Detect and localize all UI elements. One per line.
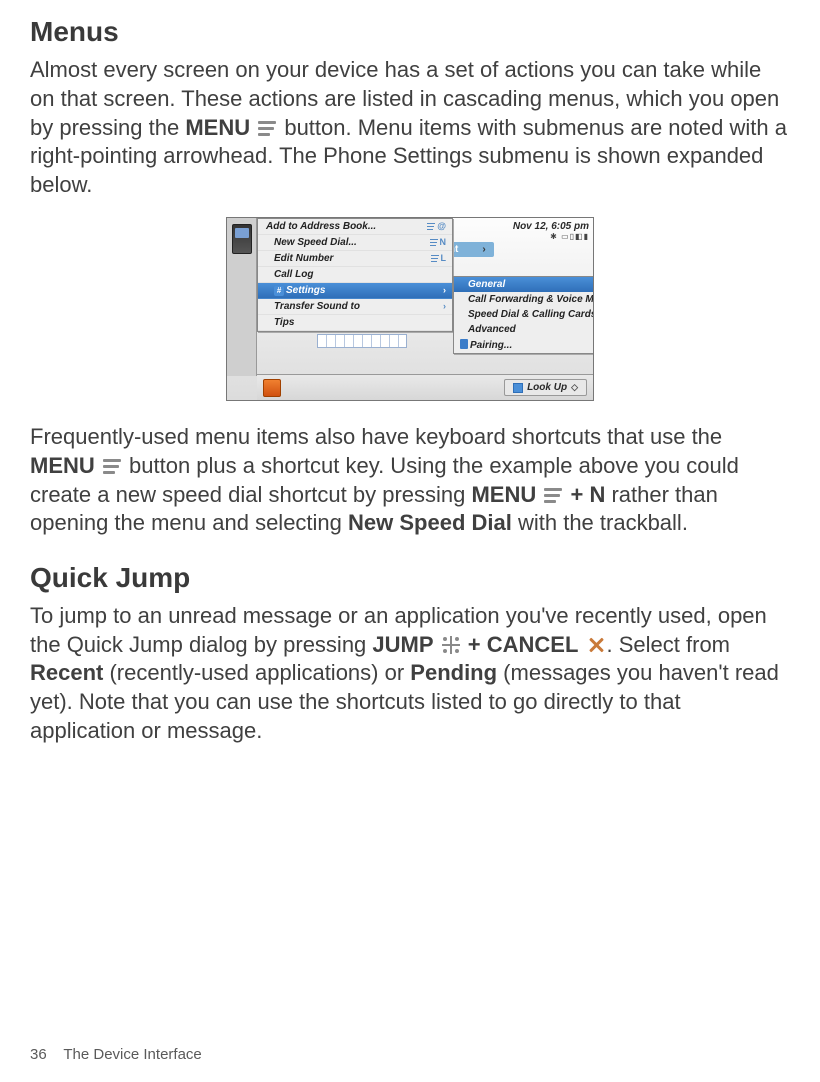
- main-menu[interactable]: Add to Address Book... @ New Speed Dial.…: [257, 218, 453, 332]
- menu-icon: [427, 223, 435, 231]
- quickjump-para: To jump to an unread message or an appli…: [30, 602, 790, 745]
- settings-submenu[interactable]: General Call Forwarding & Voice Mail Spe…: [453, 276, 594, 354]
- submenu-item-call-forwarding[interactable]: Call Forwarding & Voice Mail: [454, 292, 594, 307]
- new-speed-dial-ref: New Speed Dial: [348, 510, 512, 535]
- shortcut-combo: + N: [564, 482, 605, 507]
- hash-icon: #: [274, 286, 284, 296]
- dialpad-background: [317, 334, 407, 348]
- app-icon[interactable]: [263, 379, 281, 397]
- menu-item-tips[interactable]: Tips: [258, 315, 452, 331]
- menu-item-label: New Speed Dial...: [274, 236, 357, 249]
- screenshot-top: Nov 12, 6:05 pm ✱ ▭▯◧▮ Recent› Start typ…: [227, 218, 593, 376]
- status-icons: ✱ ▭▯◧▮: [550, 232, 589, 242]
- text: with the trackball.: [512, 510, 688, 535]
- submenu-item-advanced[interactable]: Advanced: [454, 322, 594, 337]
- jump-key-label: JUMP: [372, 632, 433, 657]
- pending-ref: Pending: [410, 660, 497, 685]
- heading-quickjump: Quick Jump: [30, 560, 790, 596]
- submenu-item-general[interactable]: General: [454, 277, 594, 292]
- text: (recently-used applications) or: [103, 660, 410, 685]
- book-icon: [513, 383, 523, 393]
- menu-item-new-speed-dial[interactable]: New Speed Dial... N: [258, 235, 452, 251]
- heading-menus: Menus: [30, 14, 790, 50]
- menu-key-label: MENU: [471, 482, 536, 507]
- menu-item-settings[interactable]: #Settings ›: [258, 283, 452, 299]
- plus: +: [462, 632, 487, 657]
- device-screenshot: Nov 12, 6:05 pm ✱ ▭▯◧▮ Recent› Start typ…: [226, 217, 594, 401]
- menu-icon: [258, 119, 276, 137]
- menu-icon: [103, 457, 121, 475]
- screenshot-container: Nov 12, 6:05 pm ✱ ▭▯◧▮ Recent› Start typ…: [30, 217, 790, 401]
- menu-key-label: MENU: [30, 453, 95, 478]
- bluetooth-icon: [460, 339, 468, 349]
- lookup-label: Look Up: [527, 381, 567, 394]
- menu-item-edit-number[interactable]: Edit Number L: [258, 251, 452, 267]
- menu-icon: [431, 255, 439, 263]
- menus-para-1: Almost every screen on your device has a…: [30, 56, 790, 199]
- page-number: 36: [30, 1046, 47, 1063]
- chevron-right-icon: ›: [443, 285, 446, 297]
- text: . Select from: [607, 632, 730, 657]
- menu-item-label: Pairing...: [470, 340, 512, 351]
- cancel-icon: [587, 636, 605, 654]
- chevron-right-icon: ›: [482, 244, 485, 255]
- submenu-item-pairing[interactable]: Pairing...: [454, 337, 594, 353]
- menu-item-label: Tips: [274, 316, 294, 329]
- menu-icon: [430, 239, 438, 247]
- menu-item-add-address[interactable]: Add to Address Book... @: [258, 219, 452, 235]
- screenshot-main: Nov 12, 6:05 pm ✱ ▭▯◧▮ Recent› Start typ…: [257, 218, 593, 376]
- menu-key-label: MENU: [185, 115, 250, 140]
- menu-item-call-log[interactable]: Call Log: [258, 267, 452, 283]
- submenu-item-speed-dial[interactable]: Speed Dial & Calling Cards: [454, 307, 594, 322]
- menu-item-label: Call Log: [274, 268, 313, 281]
- shortcut: @: [427, 221, 446, 233]
- lookup-button[interactable]: Look Up ◇: [504, 379, 587, 396]
- menu-item-label: Transfer Sound to: [274, 300, 360, 313]
- menu-icon: [544, 486, 562, 504]
- cancel-key-label: CANCEL: [487, 632, 579, 657]
- updown-icon: ◇: [571, 382, 578, 394]
- screenshot-sidebar: [227, 218, 257, 376]
- menu-item-label: Settings: [286, 285, 325, 296]
- page: Menus Almost every screen on your device…: [0, 0, 820, 745]
- chevron-right-icon: ›: [443, 301, 446, 313]
- text: Frequently-used menu items also have key…: [30, 424, 722, 449]
- shortcut: N: [430, 237, 447, 249]
- page-footer: 36 The Device Interface: [30, 1045, 202, 1065]
- device-thumbnail-icon: [232, 224, 252, 254]
- shortcut: L: [431, 253, 447, 265]
- screenshot-bottombar: Look Up ◇: [257, 374, 593, 400]
- menus-para-2: Frequently-used menu items also have key…: [30, 423, 790, 537]
- menu-item-transfer-sound[interactable]: Transfer Sound to ›: [258, 299, 452, 315]
- jump-icon: [442, 636, 460, 654]
- menu-item-label: Edit Number: [274, 252, 333, 265]
- menu-item-label: Add to Address Book...: [266, 220, 376, 233]
- recent-ref: Recent: [30, 660, 103, 685]
- footer-title: The Device Interface: [63, 1046, 201, 1063]
